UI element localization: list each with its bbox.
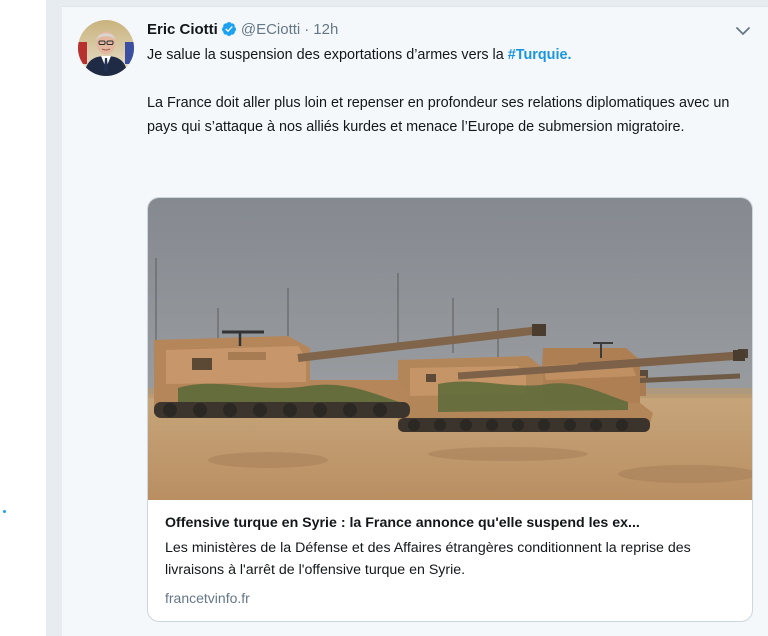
hashtag-link[interactable]: #Turquie bbox=[508, 47, 568, 63]
tweet-text: Je salue la suspension des exportations … bbox=[147, 43, 747, 139]
link-card[interactable]: Offensive turque en Syrie : la France an… bbox=[147, 197, 753, 622]
avatar[interactable] bbox=[78, 20, 134, 76]
tweet-text-paragraph: La France doit aller plus loin et repens… bbox=[147, 95, 730, 135]
tweet-text-prefix: Je salue la suspension des exportations … bbox=[147, 47, 508, 63]
card-body: Offensive turque en Syrie : la France an… bbox=[165, 513, 740, 608]
left-gutter bbox=[0, 0, 46, 636]
card-description: Les ministères de la Défense et des Affa… bbox=[165, 540, 691, 578]
tweet-timestamp[interactable]: 12h bbox=[313, 21, 338, 38]
gutter-dot bbox=[3, 510, 6, 513]
author-display-name[interactable]: Eric Ciotti bbox=[147, 21, 218, 38]
tweet-text-line1: Je salue la suspension des exportations … bbox=[147, 43, 747, 67]
author-handle[interactable]: @ECiotti bbox=[241, 21, 300, 38]
artillery-tanks-photo-icon bbox=[148, 198, 752, 500]
tweet-text-suffix: . bbox=[567, 47, 572, 63]
chevron-down-icon[interactable] bbox=[734, 24, 752, 38]
card-title[interactable]: Offensive turque en Syrie : la France an… bbox=[165, 513, 740, 533]
header-separator: · bbox=[304, 20, 310, 38]
verified-badge-icon bbox=[221, 21, 237, 37]
tweet-header: Eric Ciotti @ECiotti · 12h bbox=[147, 19, 338, 39]
card-domain: francetvinfo.fr bbox=[165, 590, 250, 606]
profile-photo-icon bbox=[78, 20, 134, 76]
